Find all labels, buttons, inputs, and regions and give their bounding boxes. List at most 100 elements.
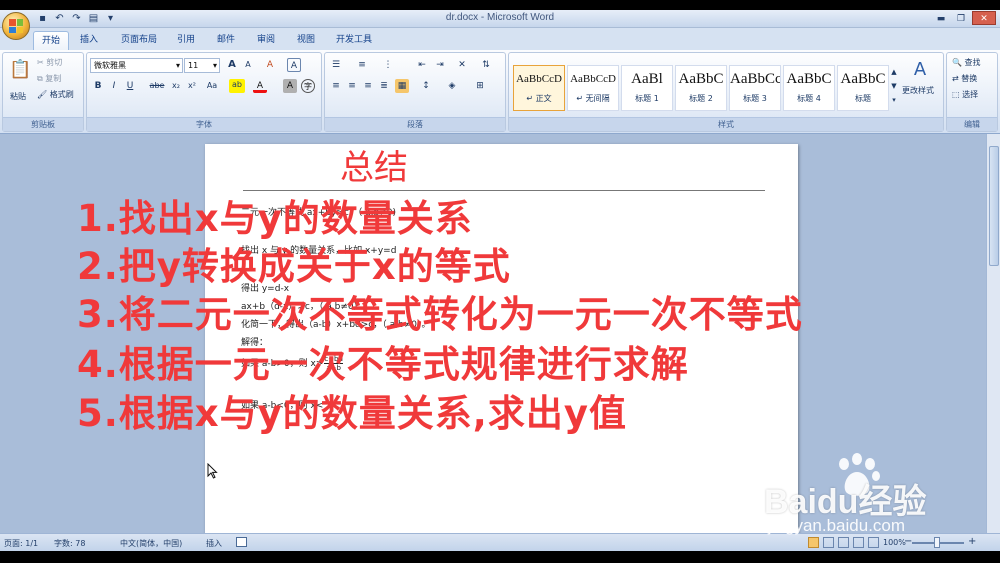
style-name: 标题 4 [797, 94, 821, 103]
underline-button[interactable]: U [123, 79, 137, 93]
char-border-button[interactable]: A [287, 58, 301, 72]
style-card[interactable]: AaBbC 标题 [837, 65, 889, 111]
cut-button[interactable]: ✂ 剪切 [37, 57, 62, 68]
paragraph-group-label: 段落 [325, 117, 505, 131]
tab-view[interactable]: 视图 [291, 31, 321, 50]
decrease-indent-icon[interactable]: ⇤ [415, 58, 429, 72]
style-name: 标题 1 [635, 94, 659, 103]
tab-home[interactable]: 开始 [33, 31, 69, 50]
style-preview: AaBbC [840, 71, 886, 87]
status-words[interactable]: 字数: 78 [54, 538, 85, 549]
highlight-icon[interactable]: ab [229, 79, 245, 93]
office-button[interactable] [2, 12, 30, 40]
style-name: 标题 [855, 94, 871, 103]
vertical-scrollbar[interactable] [986, 134, 1000, 543]
grow-font-button[interactable]: A [225, 58, 239, 72]
format-painter-button[interactable]: 🖌 格式刷 [37, 89, 74, 100]
tab-developer[interactable]: 开发工具 [331, 31, 377, 50]
chevron-down-icon: ▾ [212, 61, 217, 70]
numbering-icon[interactable]: ≡ [355, 58, 369, 72]
copy-button[interactable]: ⧉ 复制 [37, 73, 61, 84]
font-group: 微软雅黑 ▾ 11 ▾ A A A A B I U abe x₂ x² Aa ab … [86, 52, 322, 132]
baidu-watermark: Baidu经验 jingyan.baidu.com [760, 450, 980, 550]
gallery-scroll[interactable]: ▲ ▼ ▾ [889, 65, 899, 111]
font-name-select[interactable]: 微软雅黑 ▾ [90, 58, 183, 73]
subscript-button[interactable]: x₂ [169, 79, 183, 93]
style-card[interactable]: AaBbCc 标题 3 [729, 65, 781, 111]
borders-icon[interactable]: ⊞ [473, 79, 487, 93]
font-name-value: 微软雅黑 [94, 61, 126, 70]
style-card[interactable]: AaBbC 标题 2 [675, 65, 727, 111]
style-card[interactable]: AaBbC 标题 4 [783, 65, 835, 111]
style-card[interactable]: AaBl 标题 1 [621, 65, 673, 111]
style-name: ↵ 正文 [526, 94, 552, 103]
style-name: 标题 3 [743, 94, 767, 103]
select-button[interactable]: ⬚ 选择 [952, 89, 978, 100]
align-right-icon[interactable]: ≡ [361, 79, 375, 93]
shading-icon[interactable]: ◈ [445, 79, 459, 93]
replace-button[interactable]: ⇄ 替换 [952, 73, 977, 84]
find-button[interactable]: 🔍 查找 [952, 57, 981, 68]
font-color-icon[interactable]: A [253, 79, 267, 93]
styles-group-label: 样式 [509, 117, 943, 131]
style-card[interactable]: AaBbCcD ↵ 正文 [513, 65, 565, 111]
editing-group-label: 编辑 [947, 117, 997, 131]
tab-insert[interactable]: 插入 [74, 31, 104, 50]
office-logo-icon [9, 19, 23, 33]
align-center-icon[interactable]: ≡ [345, 79, 359, 93]
overlay-line: 4.根据一元一次不等式规律进行求解 [77, 343, 689, 386]
paste-icon[interactable]: 📋 [9, 57, 31, 83]
chevron-down-icon: ▾ [175, 61, 180, 70]
change-styles-icon[interactable]: A [909, 59, 931, 81]
font-size-select[interactable]: 11 ▾ [184, 58, 220, 73]
style-preview: AaBbCcD [570, 73, 616, 85]
font-size-value: 11 [188, 61, 199, 70]
restore-button[interactable]: ❐ [952, 11, 970, 25]
status-mode[interactable]: 插入 [206, 538, 222, 549]
minimize-button[interactable]: ▬ [932, 11, 950, 25]
bullets-icon[interactable]: ☰ [329, 58, 343, 72]
justify-icon[interactable]: ≣ [377, 79, 391, 93]
cut-label: 剪切 [46, 58, 63, 67]
close-button[interactable]: ✕ [972, 11, 996, 25]
title-bar: ▪ ↶ ↷ ▤ ▾ dr.docx - Microsoft Word ▬ ❐ ✕ [0, 10, 1000, 28]
style-name: 标题 2 [689, 94, 713, 103]
sort-icon[interactable]: ⇅ [479, 58, 493, 72]
copy-label: 复制 [45, 74, 62, 83]
window-controls: ▬ ❐ ✕ [932, 11, 996, 25]
clear-formatting-button[interactable]: A [263, 58, 277, 72]
increase-indent-icon[interactable]: ⇥ [433, 58, 447, 72]
tab-mailings[interactable]: 邮件 [211, 31, 241, 50]
bold-button[interactable]: B [91, 79, 105, 93]
overlay-line: 5.根据x与y的数量关系,求出y值 [77, 392, 627, 435]
change-case-button[interactable]: Aa [203, 79, 221, 93]
baidu-url: jingyan.baidu.com [768, 516, 906, 535]
replace-label: 替换 [961, 74, 978, 83]
editing-group: 🔍 查找 ⇄ 替换 ⬚ 选择 编辑 [946, 52, 998, 132]
enclose-char-icon[interactable]: 字 [301, 79, 315, 93]
align-left-icon[interactable]: ≡ [329, 79, 343, 93]
macro-record-icon[interactable] [236, 537, 247, 547]
chinese-layout-icon[interactable]: ✕ [455, 58, 469, 72]
italic-button[interactable]: I [107, 79, 121, 93]
status-page[interactable]: 页面: 1/1 [4, 538, 38, 549]
tab-references[interactable]: 引用 [171, 31, 201, 50]
paste-button[interactable]: 粘贴 [10, 91, 26, 102]
tab-page-layout[interactable]: 页面布局 [114, 31, 164, 50]
style-preview: AaBbC [786, 71, 832, 87]
find-label: 查找 [964, 58, 981, 67]
shrink-font-button[interactable]: A [241, 58, 255, 72]
styles-group: AaBbCcD ↵ 正文 AaBbCcD ↵ 无间隔 AaBl 标题 1 AaBbC 标题 2… [508, 52, 944, 132]
tab-review[interactable]: 审阅 [251, 31, 281, 50]
change-styles-button[interactable]: 更改样式 [902, 85, 934, 96]
style-card[interactable]: AaBbCcD ↵ 无间隔 [567, 65, 619, 111]
distribute-icon[interactable]: ▦ [395, 79, 409, 93]
char-shading-icon[interactable]: A [283, 79, 297, 93]
font-group-label: 字体 [87, 117, 321, 131]
superscript-button[interactable]: x² [185, 79, 199, 93]
line-spacing-icon[interactable]: ↕ [419, 79, 433, 93]
status-language[interactable]: 中文(简体，中国) [120, 538, 182, 549]
strikethrough-button[interactable]: abe [147, 79, 167, 93]
multilevel-list-icon[interactable]: ⋮ [381, 58, 395, 72]
scroll-thumb[interactable] [989, 146, 999, 266]
